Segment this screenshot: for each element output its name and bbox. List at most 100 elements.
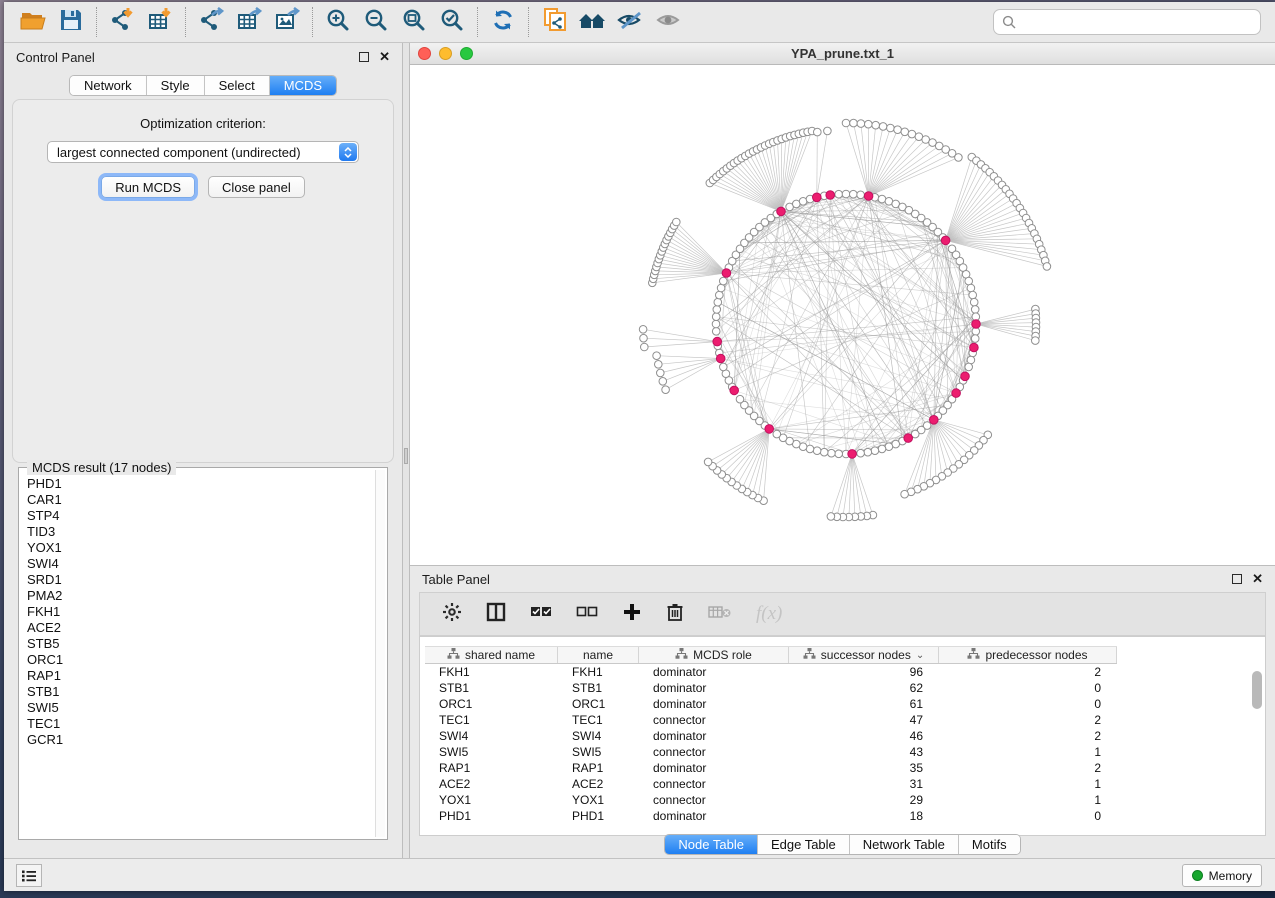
cell-shared-name[interactable]: SWI5 [425,744,558,760]
cell-shared-name[interactable]: RAP1 [425,760,558,776]
result-node-item[interactable]: PMA2 [22,588,373,604]
table-row[interactable]: STB1STB1dominator620 [425,680,1117,696]
cell-successor-nodes[interactable]: 62 [789,680,939,696]
float-table-panel-icon[interactable] [1232,574,1242,584]
show-all-button[interactable] [649,5,687,39]
table-settings-button[interactable] [442,602,462,627]
cell-shared-name[interactable]: STB1 [425,680,558,696]
ring-node[interactable] [813,447,821,455]
import-table-button[interactable] [141,5,179,39]
satellite-node[interactable] [901,128,909,136]
show-columns-button[interactable] [486,602,506,627]
mcds-hub-node[interactable] [952,389,961,398]
satellite-node[interactable] [887,124,895,132]
ring-node[interactable] [716,291,724,299]
satellite-node[interactable] [704,458,712,466]
cell-predecessor-nodes[interactable]: 2 [939,760,1117,776]
satellite-node[interactable] [814,128,822,136]
ring-node[interactable] [736,395,744,403]
tab-mcds[interactable]: MCDS [270,76,336,95]
refresh-button[interactable] [484,5,522,39]
result-node-item[interactable]: SWI4 [22,556,373,572]
result-node-item[interactable]: TEC1 [22,716,373,732]
satellite-node[interactable] [894,126,902,134]
tab-edge-table[interactable]: Edge Table [758,835,850,854]
task-history-button[interactable] [16,864,42,887]
satellite-node[interactable] [879,123,887,131]
mcds-hub-node[interactable] [722,269,731,278]
cell-successor-nodes[interactable]: 35 [789,760,939,776]
result-node-item[interactable]: YOX1 [22,540,373,556]
cell-MCDS-role[interactable]: dominator [639,728,789,744]
cell-name[interactable]: TEC1 [558,712,639,728]
satellite-node[interactable] [908,130,916,138]
mcds-hub-node[interactable] [716,354,725,363]
cell-successor-nodes[interactable]: 29 [789,792,939,808]
search-input[interactable] [1022,15,1252,30]
mcds-hub-node[interactable] [777,207,786,216]
satellite-node[interactable] [640,334,648,342]
satellite-node[interactable] [639,326,647,334]
mcds-hub-node[interactable] [826,191,835,200]
cell-MCDS-role[interactable]: connector [639,712,789,728]
satellite-node[interactable] [655,361,663,369]
network-canvas[interactable] [410,65,1275,565]
optimization-criterion-select[interactable]: largest connected component (undirected) [47,141,359,163]
ring-node[interactable] [971,306,979,314]
cell-name[interactable]: ACE2 [558,776,639,792]
tab-node-table[interactable]: Node Table [665,835,758,854]
cell-predecessor-nodes[interactable]: 0 [939,696,1117,712]
table-row[interactable]: ACE2ACE2connector311 [425,776,1117,792]
create-column-button[interactable] [622,602,642,627]
network-graph[interactable] [410,65,1275,563]
ring-node[interactable] [971,335,979,343]
cell-MCDS-role[interactable]: dominator [639,808,789,824]
satellite-node[interactable] [673,218,681,226]
mcds-hub-node[interactable] [970,343,979,352]
cell-predecessor-nodes[interactable]: 1 [939,776,1117,792]
cell-successor-nodes[interactable]: 18 [789,808,939,824]
export-network-button[interactable] [192,5,230,39]
ring-node[interactable] [835,190,843,198]
cell-shared-name[interactable]: PHD1 [425,808,558,824]
satellite-node[interactable] [659,378,667,386]
zoom-in-button[interactable] [319,5,357,39]
mcds-hub-node[interactable] [961,372,970,381]
cell-predecessor-nodes[interactable]: 0 [939,808,1117,824]
table-row[interactable]: SWI5SWI5connector431 [425,744,1117,760]
ring-node[interactable] [850,190,858,198]
tab-motifs[interactable]: Motifs [959,835,1020,854]
cell-name[interactable]: SWI4 [558,728,639,744]
ring-node[interactable] [871,447,879,455]
cell-MCDS-role[interactable]: dominator [639,680,789,696]
cell-name[interactable]: PHD1 [558,808,639,824]
ring-node[interactable] [967,284,975,292]
cell-successor-nodes[interactable]: 31 [789,776,939,792]
export-image-button[interactable] [268,5,306,39]
import-network-button[interactable] [103,5,141,39]
run-mcds-button[interactable]: Run MCDS [101,176,195,198]
mcds-hub-node[interactable] [904,434,913,443]
satellite-node[interactable] [657,369,665,377]
table-scrollbar-thumb[interactable] [1252,671,1262,709]
cell-shared-name[interactable]: TEC1 [425,712,558,728]
cell-shared-name[interactable]: ACE2 [425,776,558,792]
ring-node[interactable] [720,363,728,371]
open-session-button[interactable] [14,5,52,39]
splitter-handle[interactable] [404,448,408,464]
result-node-item[interactable]: FKH1 [22,604,373,620]
ring-node[interactable] [828,449,836,457]
ring-node[interactable] [857,191,865,199]
satellite-node[interactable] [857,120,865,128]
hide-selected-button[interactable] [611,5,649,39]
cell-successor-nodes[interactable]: 96 [789,664,939,680]
mcds-hub-node[interactable] [730,386,739,395]
ring-node[interactable] [842,190,850,198]
mcds-hub-node[interactable] [813,193,822,202]
deselect-all-button[interactable] [576,604,598,625]
select-all-button[interactable] [530,604,552,625]
cell-MCDS-role[interactable]: connector [639,744,789,760]
delete-columns-button[interactable] [666,602,684,627]
ring-node[interactable] [773,430,781,438]
satellite-node[interactable] [842,119,850,127]
